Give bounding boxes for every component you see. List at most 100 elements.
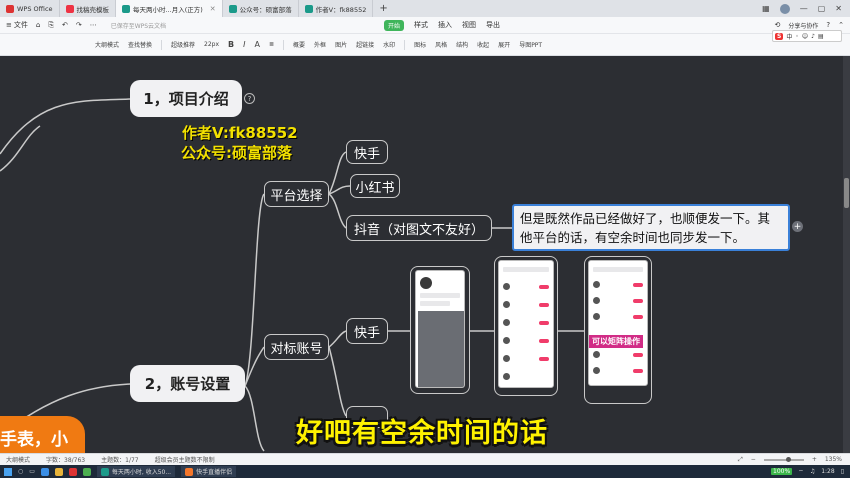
help-icon[interactable]: ? (244, 93, 255, 104)
font-color-button[interactable]: A (255, 40, 260, 49)
pin-icon[interactable]: ⌂ (36, 21, 40, 29)
italic-button[interactable]: I (243, 40, 245, 49)
undo-icon[interactable]: ↶ (62, 21, 68, 29)
selected-note-node[interactable]: 但是既然作品已经做好了，也顺便发一下。其他平台的话，有空余时间也同步发一下。 (512, 204, 790, 251)
tab-style[interactable]: 样式 (414, 20, 428, 30)
topic-project-intro[interactable]: 1，项目介绍 (130, 80, 242, 117)
emoji-icon[interactable]: ☺ (802, 33, 808, 40)
battery-indicator[interactable]: 100% (771, 468, 793, 475)
more-icon[interactable]: ⋯ (90, 21, 97, 29)
new-tab-button[interactable]: + (373, 0, 393, 17)
vertical-scrollbar[interactable] (843, 56, 850, 453)
phone-screenshot-2[interactable] (498, 260, 554, 388)
text-style-icon[interactable]: ≣ (269, 41, 274, 48)
topic-benchmark-kuaishou[interactable]: 快手 (346, 318, 388, 344)
placeholder-line (593, 267, 643, 272)
tab-start[interactable]: 开始 (384, 19, 405, 31)
zoom-out-icon[interactable]: − (751, 456, 756, 463)
theme-button[interactable]: 风格 (435, 40, 447, 49)
collapse-icon[interactable]: ⌃ (838, 21, 844, 29)
taskbar-app-wps[interactable]: 每天两小时, 收入50... (96, 466, 176, 477)
icon-button[interactable]: 图标 (414, 40, 426, 49)
add-child-icon[interactable]: + (792, 221, 803, 232)
divider (283, 39, 285, 50)
tab-public-account[interactable]: 公众号：硕富部落 (223, 0, 299, 17)
network-icon[interactable]: ⌔ (798, 468, 804, 476)
topic-benchmark-accounts[interactable]: 对标账号 (264, 334, 329, 360)
topic-xiaohongshu[interactable]: 小红书 (350, 174, 400, 198)
find-replace-button[interactable]: 查找替换 (128, 40, 152, 49)
outline-mode-button[interactable]: 大纲模式 (95, 40, 119, 49)
zoom-level[interactable]: 135% (825, 456, 842, 463)
tab-template[interactable]: 找稿壳模板 (60, 0, 117, 17)
orange-topic-fragment[interactable]: 手表，小 (0, 416, 85, 453)
scrollbar-thumb[interactable] (844, 178, 849, 208)
tab-insert[interactable]: 插入 (438, 20, 452, 30)
topic-label: 1，项目介绍 (143, 90, 229, 108)
grid-icon[interactable]: ▦ (762, 4, 770, 13)
mindmap-canvas[interactable]: 1，项目介绍 ? 作者V:fk88552 公众号:硕富部落 平台选择 快手 小红… (0, 56, 850, 453)
tab-current-mindmap[interactable]: 每天两小时...月入(正方) ✕ (116, 0, 223, 17)
minimize-icon[interactable]: — (800, 4, 808, 13)
task-view-icon[interactable]: ▭ (29, 468, 35, 475)
maximize-icon[interactable]: ▢ (818, 4, 826, 13)
clock[interactable]: 1:28 (821, 468, 834, 475)
mindmap-icon (304, 4, 313, 13)
file-menu[interactable]: ≡ 文件 (6, 20, 28, 30)
volume-icon[interactable]: ♫ (810, 468, 815, 475)
watermark-button[interactable]: 水印 (383, 40, 395, 49)
image-button[interactable]: 图片 (335, 40, 347, 49)
zoom-in-icon[interactable]: + (812, 456, 817, 463)
topic-account-setup[interactable]: 2，账号设置 (130, 365, 245, 402)
close-icon[interactable]: ✕ (210, 5, 216, 13)
phone-screenshot-3[interactable] (588, 260, 648, 386)
tab-author[interactable]: 作者V：fk88552 (299, 0, 374, 17)
help-icon[interactable]: ? (826, 21, 830, 29)
search-icon[interactable]: ○ (18, 468, 23, 475)
topic-kuaishou[interactable]: 快手 (346, 140, 388, 164)
format-painter-icon[interactable]: ⎘ (48, 21, 54, 30)
topic-label: 对标账号 (270, 341, 323, 357)
share-button[interactable]: 分享与协作 (788, 21, 818, 30)
frame-button[interactable]: 外框 (314, 40, 326, 49)
follow-button (633, 299, 643, 303)
font-size-dropdown[interactable]: 22px (204, 41, 219, 48)
topic-platform-choice[interactable]: 平台选择 (264, 181, 329, 207)
summary-button[interactable]: 概要 (293, 40, 305, 49)
bold-button[interactable]: B (228, 40, 234, 49)
hyperlink-button[interactable]: 超链接 (356, 40, 374, 49)
windows-start-icon[interactable] (4, 467, 12, 476)
fit-icon[interactable]: ⤢ (738, 456, 743, 464)
keyboard-icon[interactable]: ▤ (818, 33, 824, 40)
font-dropdown[interactable]: 超级推荐 (171, 40, 195, 49)
mic-icon[interactable]: ♪ (811, 33, 815, 40)
ime-language[interactable]: 中 (786, 32, 792, 41)
avatar[interactable] (779, 3, 790, 14)
tab-view[interactable]: 视图 (462, 20, 476, 30)
chrome-icon[interactable] (82, 467, 91, 476)
punctuation-icon[interactable]: ◦ (795, 33, 799, 40)
phone-screenshot-1[interactable] (415, 270, 465, 388)
folder-icon[interactable] (54, 467, 63, 476)
taskbar-app-live[interactable]: 快手直播伴侣 (181, 466, 237, 477)
mindmap-icon (122, 4, 131, 13)
zoom-slider[interactable] (763, 456, 804, 462)
zoom-slider-thumb[interactable] (785, 456, 791, 462)
topic-douyin[interactable]: 抖音（对图文不友好） (346, 215, 492, 241)
redo-icon[interactable]: ↷ (76, 21, 82, 29)
structure-button[interactable]: 结构 (456, 40, 468, 49)
wps-taskbar-icon[interactable] (68, 467, 77, 476)
tab-export[interactable]: 导出 (486, 20, 500, 30)
expand-button[interactable]: 展开 (498, 40, 510, 49)
menu-bar: ≡ 文件 ⌂ ⎘ ↶ ↷ ⋯ 已保存至WPS云文档 开始 样式 插入 视图 导出… (0, 17, 850, 34)
notification-icon[interactable]: ▯ (841, 468, 844, 475)
history-icon[interactable]: ⟲ (775, 21, 781, 29)
input-method-bar[interactable]: S 中 ◦ ☺ ♪ ▤ (772, 30, 842, 42)
collapse-button[interactable]: 收起 (477, 40, 489, 49)
browser-icon[interactable] (40, 467, 49, 476)
tab-wps-office[interactable]: WPS Office (0, 0, 60, 17)
outline-mode-toggle[interactable]: 大纲模式 (6, 455, 30, 464)
list-avatar-icon (503, 355, 510, 362)
close-window-icon[interactable]: ✕ (835, 4, 842, 13)
mindmap-ppt-button[interactable]: 导图PPT (519, 40, 542, 49)
